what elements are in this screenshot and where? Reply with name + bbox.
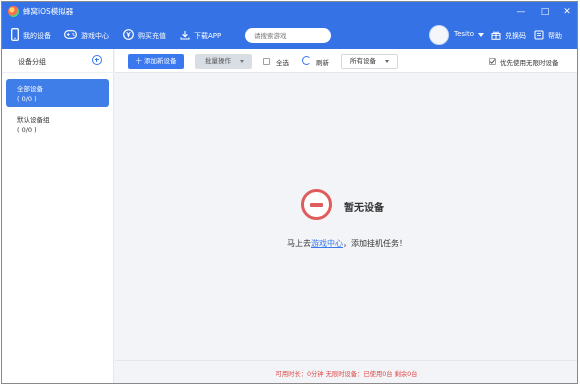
- group-default[interactable]: 默认设备组 ( 0/0 ): [6, 110, 109, 138]
- select-all-label: 全选: [276, 59, 289, 67]
- status-footer: 可用时长：0分钟 无限时设备：已使用0台 剩余0台: [115, 360, 577, 383]
- gift-icon: [491, 30, 501, 42]
- nav-my-devices-label: 我的设备: [23, 31, 51, 40]
- search-input[interactable]: [245, 28, 331, 43]
- no-entry-icon: [301, 189, 332, 220]
- nav-redeem-code-label: 兑换码: [505, 31, 526, 40]
- avatar[interactable]: [429, 25, 449, 45]
- nav-help[interactable]: 帮助: [534, 22, 562, 49]
- coin-icon: [123, 29, 134, 42]
- nav-download-app[interactable]: 下载APP: [180, 22, 221, 49]
- nav-help-label: 帮助: [548, 31, 562, 40]
- sidebar: 设备分组 全部设备 ( 0/0 ) 默认设备组 ( 0/0 ): [2, 49, 114, 383]
- device-toolbar: 十 添加新设备 批量操作 全选 刷新 所有设备 优先使用无限时设备: [115, 49, 577, 73]
- group-count: ( 0/0 ): [17, 95, 37, 103]
- nav-game-center[interactable]: 游戏中心: [64, 22, 109, 49]
- chevron-down-icon[interactable]: [478, 33, 484, 37]
- nav-download-app-label: 下载APP: [194, 31, 222, 40]
- device-filter-value: 所有设备: [350, 57, 376, 65]
- add-device-button[interactable]: 十 添加新设备: [128, 54, 184, 69]
- device-list-area: 暂无设备 马上去游戏中心，添加挂机任务！: [115, 74, 577, 360]
- nav-redeem-code[interactable]: 兑换码: [491, 22, 526, 49]
- close-button[interactable]: ✕: [560, 5, 574, 19]
- refresh-button[interactable]: 刷新: [316, 57, 329, 67]
- group-name: 全部设备: [17, 85, 43, 93]
- add-group-icon[interactable]: [92, 55, 102, 65]
- usage-status-text: 可用时长：0分钟 无限时设备：已使用0台 剩余0台: [275, 371, 418, 378]
- nav-game-center-label: 游戏中心: [81, 31, 109, 40]
- batch-operations-label: 批量操作: [205, 57, 231, 65]
- download-icon: [180, 30, 190, 42]
- app-title: 蜂窝iOS模拟器: [23, 7, 74, 16]
- group-all-devices[interactable]: 全部设备 ( 0/0 ): [6, 79, 109, 107]
- empty-state-title: 暂无设备: [344, 203, 384, 214]
- nav-purchase[interactable]: 购买充值: [123, 22, 166, 49]
- refresh-icon[interactable]: [302, 56, 311, 65]
- top-nav: 我的设备 游戏中心 购买充值 下载APP Tesito: [2, 22, 577, 49]
- empty-state-description: 马上去游戏中心，添加挂机任务！: [287, 238, 407, 249]
- sidebar-title: 设备分组: [18, 58, 46, 66]
- app-window: 蜂窝iOS模拟器 — □ ✕ 我的设备 游戏中心 购买充值 下载APP 请搜索游…: [1, 1, 578, 384]
- app-logo-icon: [8, 6, 19, 17]
- checkmark-icon: [489, 59, 496, 64]
- batch-operations-dropdown[interactable]: 批量操作: [195, 54, 252, 69]
- empty-desc-suffix: ，添加挂机任务！: [343, 239, 407, 248]
- game-center-link[interactable]: 游戏中心: [311, 239, 343, 248]
- help-book-icon: [534, 30, 544, 42]
- device-filter-select[interactable]: 所有设备: [341, 54, 398, 69]
- nav-my-devices[interactable]: 我的设备: [11, 22, 51, 49]
- gamepad-icon: [64, 30, 77, 41]
- chevron-down-icon: [240, 60, 244, 63]
- prefer-unlimited-label: 优先使用无限时设备: [500, 59, 559, 67]
- username[interactable]: Tesito: [454, 30, 474, 38]
- empty-desc-prefix: 马上去: [287, 239, 311, 248]
- minimize-button[interactable]: —: [514, 5, 528, 19]
- group-count: ( 0/0 ): [17, 126, 37, 134]
- title-bar: 蜂窝iOS模拟器 — □ ✕: [2, 2, 577, 22]
- chevron-down-icon: [385, 60, 389, 63]
- select-all-checkbox[interactable]: [263, 58, 270, 65]
- prefer-unlimited-checkbox[interactable]: [489, 58, 496, 65]
- maximize-button[interactable]: □: [538, 5, 552, 19]
- phone-icon: [11, 28, 19, 43]
- nav-purchase-label: 购买充值: [138, 31, 166, 40]
- sidebar-header: 设备分组: [2, 49, 114, 73]
- group-name: 默认设备组: [17, 116, 50, 124]
